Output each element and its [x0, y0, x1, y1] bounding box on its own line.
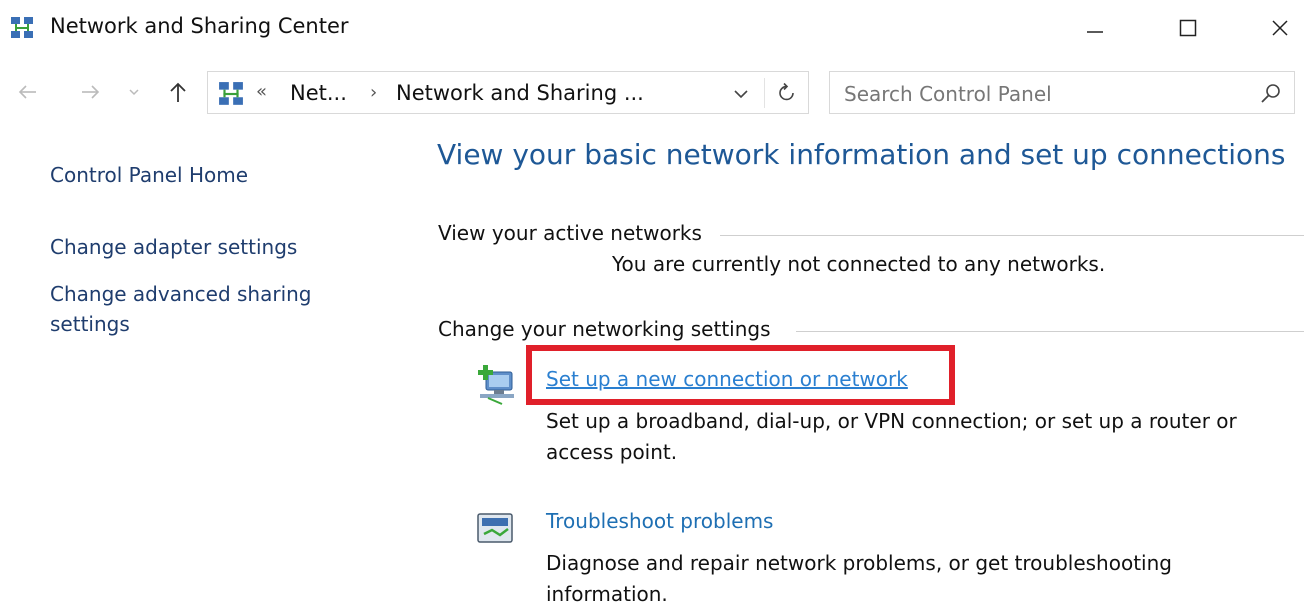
- close-button[interactable]: [1257, 8, 1303, 48]
- close-icon: [1272, 20, 1288, 36]
- search-box[interactable]: [829, 71, 1295, 114]
- maximize-icon: [1179, 19, 1197, 37]
- back-button[interactable]: [14, 76, 42, 108]
- troubleshoot-problems-link[interactable]: Troubleshoot problems: [546, 509, 773, 533]
- address-dropdown-button[interactable]: [730, 82, 752, 106]
- sidebar-item-control-panel-home[interactable]: Control Panel Home: [50, 160, 248, 190]
- minimize-button[interactable]: [1072, 8, 1118, 48]
- address-divider: [764, 78, 765, 108]
- arrow-left-icon: [18, 85, 36, 99]
- title-bar: Network and Sharing Center: [0, 0, 1304, 56]
- sidebar-item-change-advanced-sharing[interactable]: Change advanced sharing: [50, 279, 312, 309]
- arrow-right-icon: [82, 85, 100, 99]
- arrow-up-icon: [170, 82, 186, 102]
- setup-new-connection-description: Set up a broadband, dial-up, or VPN conn…: [546, 409, 1237, 464]
- address-bar[interactable]: « Net... › Network and Sharing ...: [207, 71, 809, 114]
- section-divider: [720, 235, 1304, 236]
- refresh-icon: [779, 82, 794, 101]
- search-input[interactable]: [842, 76, 1246, 111]
- search-icon: [1261, 84, 1280, 103]
- navigation-bar: « Net... › Network and Sharing ...: [0, 68, 1304, 118]
- network-sharing-window: Network and Sharing Center « Net... › Ne…: [0, 0, 1304, 606]
- active-networks-label: View your active networks: [438, 221, 710, 245]
- breadcrumb-separator[interactable]: ›: [370, 82, 377, 103]
- new-connection-icon: [474, 362, 518, 406]
- up-button[interactable]: [164, 76, 192, 108]
- minimize-icon: [1087, 31, 1103, 33]
- breadcrumb-network-sharing[interactable]: Network and Sharing ...: [396, 81, 644, 105]
- maximize-button[interactable]: [1165, 8, 1211, 48]
- network-sharing-icon: [10, 16, 34, 40]
- chevron-down-icon: [129, 89, 139, 96]
- active-networks-message: You are currently not connected to any n…: [612, 252, 1106, 276]
- search-button[interactable]: [1258, 81, 1284, 107]
- troubleshoot-icon: [474, 508, 518, 552]
- breadcrumb-overflow[interactable]: «: [256, 81, 267, 102]
- breadcrumb-network[interactable]: Net...: [290, 81, 347, 105]
- sidebar-item-change-adapter-settings[interactable]: Change adapter settings: [50, 232, 297, 262]
- highlight-annotation-box: [526, 345, 955, 405]
- forward-button[interactable]: [76, 76, 104, 108]
- chevron-down-icon: [734, 90, 748, 99]
- troubleshoot-problems-description: Diagnose and repair network problems, or…: [546, 551, 1172, 606]
- refresh-button[interactable]: [774, 80, 800, 106]
- window-title: Network and Sharing Center: [50, 14, 349, 38]
- section-divider: [796, 331, 1304, 332]
- sidebar-item-change-advanced-sharing-cont[interactable]: settings: [50, 309, 130, 339]
- change-settings-label: Change your networking settings: [438, 317, 779, 341]
- page-title: View your basic network information and …: [437, 138, 1286, 171]
- recent-locations-button[interactable]: [126, 76, 142, 108]
- network-sharing-icon: [218, 81, 244, 107]
